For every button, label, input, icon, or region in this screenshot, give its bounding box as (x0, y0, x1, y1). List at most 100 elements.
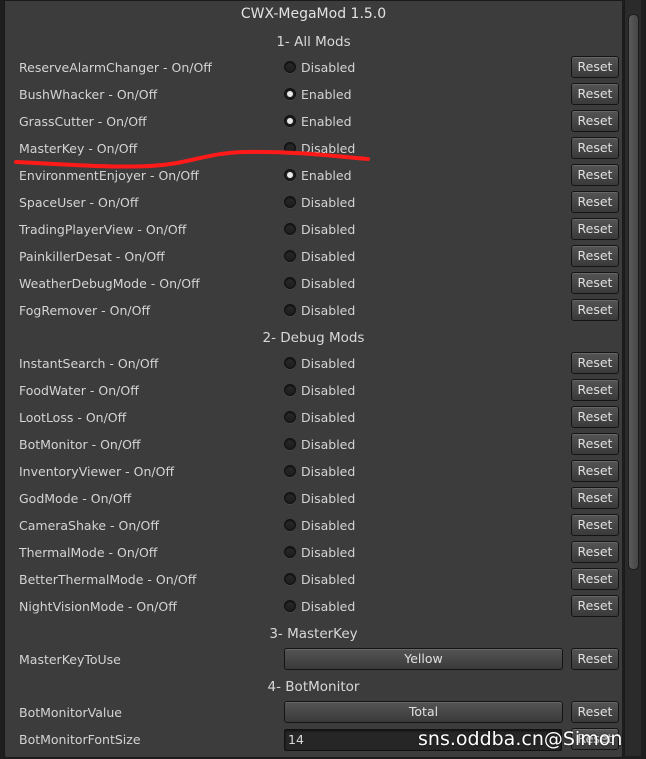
debug-mod-row: ThermalMode - On/Off Disabled Reset (5, 540, 622, 564)
botmonitor-value-button[interactable]: Total (284, 701, 563, 723)
debug-mod-state-label: Disabled (301, 598, 356, 614)
mod-reset-button[interactable]: Reset (571, 218, 619, 240)
debug-mod-toggle[interactable]: Disabled (284, 598, 355, 614)
debug-mod-reset-button[interactable]: Reset (571, 406, 619, 428)
masterkey-select-button[interactable]: Yellow (284, 648, 563, 670)
mod-toggle[interactable]: Disabled (284, 302, 355, 318)
megamod-window: CWX-MegaMod 1.5.0 1- All Mods ReserveAla… (4, 0, 623, 758)
mod-reset-button[interactable]: Reset (571, 110, 619, 132)
debug-mod-reset-button[interactable]: Reset (571, 460, 619, 482)
mod-reset-button[interactable]: Reset (571, 164, 619, 186)
window-title: CWX-MegaMod 1.5.0 (240, 6, 387, 22)
debug-mod-state-label: Disabled (301, 409, 356, 425)
botmonitor-value-reset-button[interactable]: Reset (571, 701, 619, 723)
debug-mod-label: LootLoss - On/Off (19, 410, 127, 425)
radio-icon[interactable] (284, 600, 296, 612)
radio-icon[interactable] (284, 142, 296, 154)
mod-reset-button[interactable]: Reset (571, 299, 619, 321)
radio-icon[interactable] (284, 384, 296, 396)
debug-mod-toggle[interactable]: Disabled (284, 382, 355, 398)
radio-icon[interactable] (284, 492, 296, 504)
debug-mod-state-label: Disabled (301, 382, 356, 398)
debug-mod-reset-button[interactable]: Reset (571, 514, 619, 536)
mod-toggle[interactable]: Disabled (284, 59, 355, 75)
radio-icon[interactable] (284, 519, 296, 531)
mod-label: EnvironmentEnjoyer - On/Off (19, 168, 199, 183)
mod-toggle[interactable]: Disabled (284, 248, 355, 264)
radio-icon[interactable] (284, 411, 296, 423)
mod-toggle[interactable]: Disabled (284, 194, 355, 210)
debug-mod-label: GodMode - On/Off (19, 491, 132, 506)
radio-icon[interactable] (284, 304, 296, 316)
masterkey-label: MasterKeyToUse (19, 652, 121, 667)
debug-mod-label: InstantSearch - On/Off (19, 356, 159, 371)
debug-mod-row: NightVisionMode - On/Off Disabled Reset (5, 594, 622, 618)
section-heading-debug-mods: 2- Debug Mods (262, 330, 365, 346)
debug-mod-toggle[interactable]: Disabled (284, 544, 355, 560)
mod-reset-button[interactable]: Reset (571, 137, 619, 159)
debug-mod-toggle[interactable]: Disabled (284, 571, 355, 587)
radio-icon[interactable] (284, 250, 296, 262)
debug-mod-row: BotMonitor - On/Off Disabled Reset (5, 432, 622, 456)
masterkey-reset-button[interactable]: Reset (571, 648, 619, 670)
debug-mod-state-label: Disabled (301, 544, 356, 560)
radio-icon[interactable] (284, 169, 296, 181)
debug-mod-reset-button[interactable]: Reset (571, 568, 619, 590)
mod-row: SpaceUser - On/Off Disabled Reset (5, 190, 622, 214)
radio-icon[interactable] (284, 223, 296, 235)
mod-toggle[interactable]: Disabled (284, 140, 355, 156)
debug-mod-toggle[interactable]: Disabled (284, 463, 355, 479)
mod-reset-button[interactable]: Reset (571, 83, 619, 105)
debug-mod-row: InstantSearch - On/Off Disabled Reset (5, 351, 622, 375)
mod-reset-button[interactable]: Reset (571, 245, 619, 267)
radio-icon[interactable] (284, 115, 296, 127)
radio-icon[interactable] (284, 88, 296, 100)
debug-mod-toggle[interactable]: Disabled (284, 517, 355, 533)
debug-mod-state-label: Disabled (301, 463, 356, 479)
radio-icon[interactable] (284, 465, 296, 477)
debug-mod-reset-button[interactable]: Reset (571, 595, 619, 617)
mod-toggle[interactable]: Enabled (284, 113, 352, 129)
debug-mod-state-label: Disabled (301, 490, 356, 506)
radio-icon[interactable] (284, 277, 296, 289)
debug-mod-reset-button[interactable]: Reset (571, 379, 619, 401)
section-heading-all-mods: 1- All Mods (276, 34, 351, 50)
mod-state-label: Enabled (301, 167, 352, 183)
mod-toggle[interactable]: Disabled (284, 221, 355, 237)
mod-state-label: Enabled (301, 113, 352, 129)
radio-icon[interactable] (284, 196, 296, 208)
radio-icon[interactable] (284, 61, 296, 73)
debug-mod-reset-button[interactable]: Reset (571, 433, 619, 455)
radio-icon[interactable] (284, 357, 296, 369)
mod-label: WeatherDebugMode - On/Off (19, 276, 200, 291)
scrollbar-thumb[interactable] (628, 14, 639, 570)
mod-label: ReserveAlarmChanger - On/Off (19, 60, 212, 75)
debug-mod-toggle[interactable]: Disabled (284, 355, 355, 371)
vertical-scrollbar[interactable] (624, 0, 641, 756)
debug-mod-toggle[interactable]: Disabled (284, 490, 355, 506)
mod-reset-button[interactable]: Reset (571, 56, 619, 78)
debug-mod-row: CameraShake - On/Off Disabled Reset (5, 513, 622, 537)
debug-mod-label: ThermalMode - On/Off (19, 545, 158, 560)
debug-mod-toggle[interactable]: Disabled (284, 436, 355, 452)
debug-mod-reset-button[interactable]: Reset (571, 352, 619, 374)
mod-label: MasterKey - On/Off (19, 141, 138, 156)
mod-state-label: Disabled (301, 248, 356, 264)
mod-toggle[interactable]: Enabled (284, 167, 352, 183)
mod-reset-button[interactable]: Reset (571, 272, 619, 294)
mod-toggle[interactable]: Disabled (284, 275, 355, 291)
watermark-text: sns.oddba.cn@Simon (418, 728, 623, 750)
mod-toggle[interactable]: Enabled (284, 86, 352, 102)
mod-reset-button[interactable]: Reset (571, 191, 619, 213)
debug-mod-row: LootLoss - On/Off Disabled Reset (5, 405, 622, 429)
section-heading-botmonitor: 4- BotMonitor (267, 679, 360, 695)
mod-row: FogRemover - On/Off Disabled Reset (5, 298, 622, 322)
debug-mod-toggle[interactable]: Disabled (284, 409, 355, 425)
radio-icon[interactable] (284, 546, 296, 558)
debug-mod-reset-button[interactable]: Reset (571, 487, 619, 509)
radio-icon[interactable] (284, 573, 296, 585)
mod-label: TradingPlayerView - On/Off (19, 222, 187, 237)
debug-mod-reset-button[interactable]: Reset (571, 541, 619, 563)
mod-row: MasterKey - On/Off Disabled Reset (5, 136, 622, 160)
radio-icon[interactable] (284, 438, 296, 450)
